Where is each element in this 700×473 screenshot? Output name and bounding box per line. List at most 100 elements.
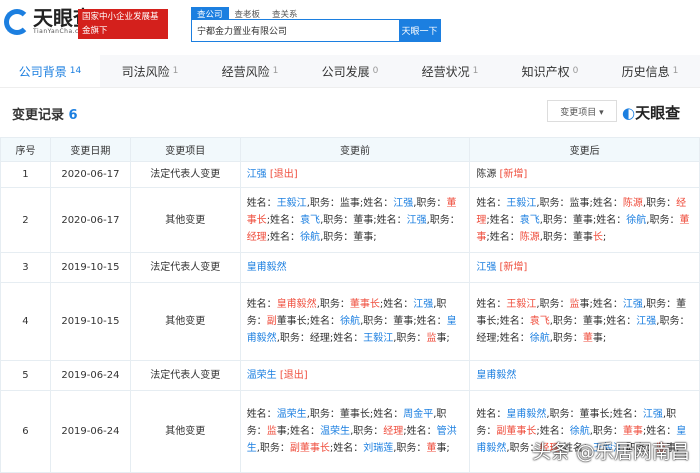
cell-item: 法定代表人变更: [129, 360, 241, 391]
cell-after: 江强 [新增]: [469, 252, 700, 283]
nav-tab-label: 历史信息: [621, 64, 670, 79]
nav-tab-label: 经营状况: [421, 64, 470, 79]
record-count: 6: [68, 108, 78, 123]
certification-badge: 国家中小企业发展基金旗下 官方备案企业征信机构: [78, 9, 168, 64]
nav-tab-label: 司法风险: [121, 64, 170, 79]
search-button[interactable]: 天眼一下: [399, 20, 440, 41]
text: 事;姓名：: [276, 426, 321, 437]
col-header-no: 序号: [0, 137, 51, 162]
text: ,职务：董事;: [320, 231, 377, 243]
nav-tab[interactable]: 历史信息 1: [600, 55, 700, 87]
person-link[interactable]: 徐航: [300, 232, 320, 243]
text: 事;: [436, 333, 450, 344]
nav-tab[interactable]: 经营风险 1: [200, 55, 300, 87]
nav-tab-count: 1: [672, 66, 679, 76]
nav-tab[interactable]: 公司背景 14: [0, 55, 100, 87]
person-link[interactable]: 江强: [247, 169, 267, 180]
person-link[interactable]: 江强: [623, 299, 643, 310]
highlight-text: [新增]: [496, 262, 528, 273]
cell-item: 法定代表人变更: [129, 252, 241, 283]
nav-tab-count: 0: [572, 66, 579, 76]
text: ,职务：: [589, 426, 623, 437]
person-link[interactable]: 江强: [643, 409, 663, 420]
text: ;姓名：: [266, 231, 301, 243]
text: 陈源: [476, 169, 497, 180]
col-header-date: 变更日期: [49, 137, 131, 162]
text: ;姓名：: [486, 231, 520, 243]
nav-tab[interactable]: 知识产权 0: [500, 55, 600, 87]
person-link[interactable]: 徐航: [570, 426, 590, 437]
highlight-text: 董: [426, 443, 437, 454]
cell-no: 2: [0, 187, 51, 253]
text: 姓名：: [476, 409, 507, 420]
text: ,职务：董事;姓名：: [549, 316, 637, 327]
person-link[interactable]: 周金平: [403, 409, 433, 420]
cell-after: 姓名：王毅江,职务：监事;姓名：江强,职务：董事长;姓名：袁飞,职务：董事;姓名…: [469, 282, 700, 361]
section-title: 变更记录 6: [12, 108, 78, 123]
cell-date: 2019-10-15: [49, 252, 131, 283]
person-link[interactable]: 江强: [393, 198, 413, 209]
person-link[interactable]: 江强: [407, 215, 427, 226]
person-link[interactable]: 徐航: [530, 333, 550, 344]
nav-tab-count: 14: [69, 66, 82, 76]
text: ,职务：董事;姓名：: [539, 214, 627, 226]
cell-before: 温荣生 [退出]: [239, 360, 471, 391]
person-link[interactable]: 刘瑞莲: [363, 443, 393, 454]
highlight-text: 监: [569, 299, 580, 310]
text: ,职务：: [642, 197, 677, 209]
nav-tab-label: 经营风险: [221, 64, 270, 79]
nav-tab[interactable]: 公司发展 0: [300, 55, 400, 87]
person-link[interactable]: 江强: [636, 316, 656, 327]
person-link[interactable]: 徐航: [340, 316, 360, 327]
person-link[interactable]: 皇甫毅然: [506, 409, 546, 420]
cell-before: 皇甫毅然: [239, 252, 471, 283]
person-link[interactable]: 江强: [413, 299, 433, 310]
person-link[interactable]: 袁飞: [300, 215, 320, 226]
person-link[interactable]: 皇甫毅然: [247, 262, 287, 273]
person-link[interactable]: 温荣生: [277, 409, 307, 420]
text: 事;: [436, 443, 450, 454]
text: ;: [602, 231, 607, 243]
person-link[interactable]: 温荣生: [320, 426, 350, 437]
table-row: 2 2020-06-17 其他变更 姓名：王毅江,职务：监事;姓名：江强,职务：董事长…: [0, 187, 700, 253]
cell-date: 2020-06-17: [49, 187, 131, 253]
text: 姓名：: [476, 299, 507, 310]
highlight-text: 袁飞: [529, 316, 550, 327]
highlight-text: 监: [266, 426, 277, 437]
person-link[interactable]: 温荣生: [247, 370, 277, 381]
text: ;姓名：: [536, 426, 570, 437]
text: 姓名：: [246, 299, 277, 310]
person-link[interactable]: 江强: [476, 262, 496, 273]
cell-no: 4: [0, 282, 51, 361]
highlight-text: 副董事长: [496, 426, 537, 437]
logo-icon: [4, 8, 30, 35]
nav-tab-count: 1: [472, 66, 479, 76]
cell-no: 5: [0, 360, 51, 391]
highlight-text: 副董事长: [289, 443, 330, 454]
person-link[interactable]: 袁飞: [520, 215, 540, 226]
person-link[interactable]: 王毅江: [363, 333, 393, 344]
text: ;姓名：: [403, 426, 437, 437]
nav-tab[interactable]: 经营状况 1: [400, 55, 500, 87]
cell-before: 姓名：温荣生,职务：董事长;姓名：周金平,职务：监事;姓名：温荣生,职务：经理;…: [239, 390, 471, 473]
highlight-text: 陈源: [622, 197, 643, 209]
text: ,职务：: [256, 443, 290, 454]
text: ;姓名：: [266, 214, 301, 226]
text: 姓名：: [246, 197, 277, 209]
search-input[interactable]: [192, 20, 399, 41]
person-link[interactable]: 王毅江: [277, 198, 307, 209]
text: ,职务：董事长;姓名：: [306, 409, 404, 420]
highlight-text: 王毅江: [506, 299, 537, 310]
person-link[interactable]: 皇甫毅然: [476, 370, 516, 381]
highlight-text: 监: [426, 333, 437, 344]
table-row: 1 2020-06-17 法定代表人变更 江强 [退出] 陈源 [新增]: [0, 161, 700, 188]
change-item-filter[interactable]: 变更项目 ▾: [547, 100, 617, 122]
nav-tab-label: 公司发展: [321, 64, 370, 79]
text: 事;: [592, 333, 607, 344]
person-link[interactable]: 王毅江: [506, 198, 536, 209]
cell-no: 1: [0, 161, 51, 188]
nav-tab[interactable]: 司法风险 1: [100, 55, 200, 87]
highlight-text: 长: [592, 231, 603, 243]
person-link[interactable]: 徐航: [626, 215, 646, 226]
text: ,职务：董事;姓名：: [320, 214, 407, 226]
